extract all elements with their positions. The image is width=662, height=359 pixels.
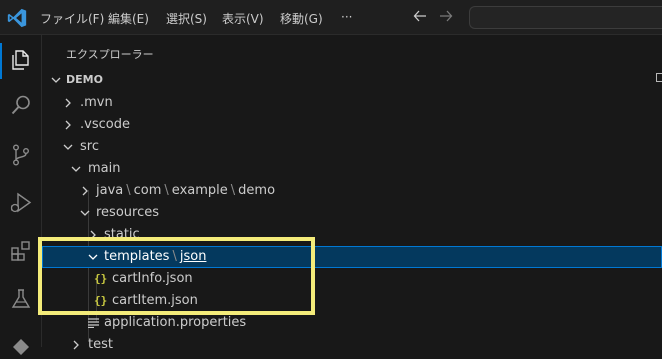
tree-item-label: src [80,139,99,154]
tree-item-java-package[interactable]: java \ com \ example \ demo [42,180,662,202]
project-name: DEMO [66,73,103,86]
run-debug-icon[interactable] [9,191,33,215]
files-icon[interactable] [9,48,33,72]
path-segment-active[interactable]: json [180,249,207,264]
path-separator: \ [164,183,169,198]
path-segment[interactable]: example [172,183,228,198]
tree-item-src[interactable]: src [42,136,662,158]
chevron-right-icon [73,340,79,350]
path-segment[interactable]: com [134,183,162,198]
path-segment[interactable]: templates [104,249,169,264]
tree-item-label: application.properties [104,315,247,330]
search-icon[interactable] [9,93,33,117]
path-segment[interactable]: demo [238,183,275,198]
chevron-right-icon [65,120,71,130]
project-root-row[interactable]: DEMO [42,69,662,91]
more-menu-button[interactable]: ··· [341,10,352,24]
tree-item-main[interactable]: main [42,158,662,180]
menu-file[interactable]: ファイル(F) [40,10,104,27]
tree-item-application-properties[interactable]: application.properties [42,312,662,334]
tree-item-label: static [104,227,140,242]
menu-edit[interactable]: 編集(E) [108,10,149,27]
tree-item-cartitem-json[interactable]: {} cartItem.json [42,290,662,312]
path-segment[interactable]: java [96,183,123,198]
tree-item-static[interactable]: static [42,224,662,246]
active-view-indicator [0,43,2,79]
vscode-logo-icon[interactable] [6,7,28,29]
compact-folder-path: java \ com \ example \ demo [96,180,275,202]
accounts-icon[interactable] [9,335,33,359]
properties-file-icon [88,318,99,328]
tree-item-test[interactable]: test [42,334,662,356]
path-separator: \ [172,249,177,264]
chevron-down-icon [71,166,81,172]
arrow-right-icon[interactable] [439,9,453,23]
tree-item-cartinfo-json[interactable]: {} cartInfo.json [42,268,662,290]
tree-item-resources[interactable]: resources [42,202,662,224]
json-file-icon: {} [94,294,108,307]
arrow-left-icon[interactable] [413,9,427,23]
tree-item-label: .mvn [80,95,113,110]
chevron-down-icon [80,210,90,216]
source-control-icon[interactable] [9,143,33,167]
json-file-icon: {} [94,272,108,285]
chevron-right-icon [90,230,96,240]
tree-item-label: cartItem.json [112,293,198,308]
menu-go[interactable]: 移動(G) [280,10,323,27]
extensions-icon[interactable] [9,239,33,263]
tree-item-label: test [88,337,113,352]
path-separator: \ [230,183,236,198]
tree-item-mvn[interactable]: .mvn [42,92,662,114]
activity-bar [0,35,42,355]
tree-item-templates-json[interactable]: templates \ json [42,246,662,268]
chevron-right-icon [65,98,71,108]
menu-view[interactable]: 表示(V) [222,10,264,27]
testing-icon[interactable] [9,287,33,311]
chevron-right-icon [82,186,88,196]
tree-item-label: .vscode [80,117,130,132]
tree-item-label: main [88,161,121,176]
path-separator: \ [126,183,131,198]
compact-folder-path: templates \ json [104,246,206,268]
title-bar: ファイル(F) 編集(E) 選択(S) 表示(V) 移動(G) ··· [0,0,662,35]
chevron-down-icon [88,254,98,260]
chevron-down-icon [63,144,73,150]
tree-item-label: cartInfo.json [112,271,193,286]
command-center-search[interactable] [469,6,662,29]
explorer-title: エクスプローラー [66,48,154,61]
menu-selection[interactable]: 選択(S) [166,10,207,27]
chevron-down-icon [51,77,61,83]
explorer-sidebar: エクスプローラー DEMO .mvn .vscode src main java… [42,35,662,352]
tree-item-vscode[interactable]: .vscode [42,114,662,136]
tree-item-label: resources [96,205,160,220]
